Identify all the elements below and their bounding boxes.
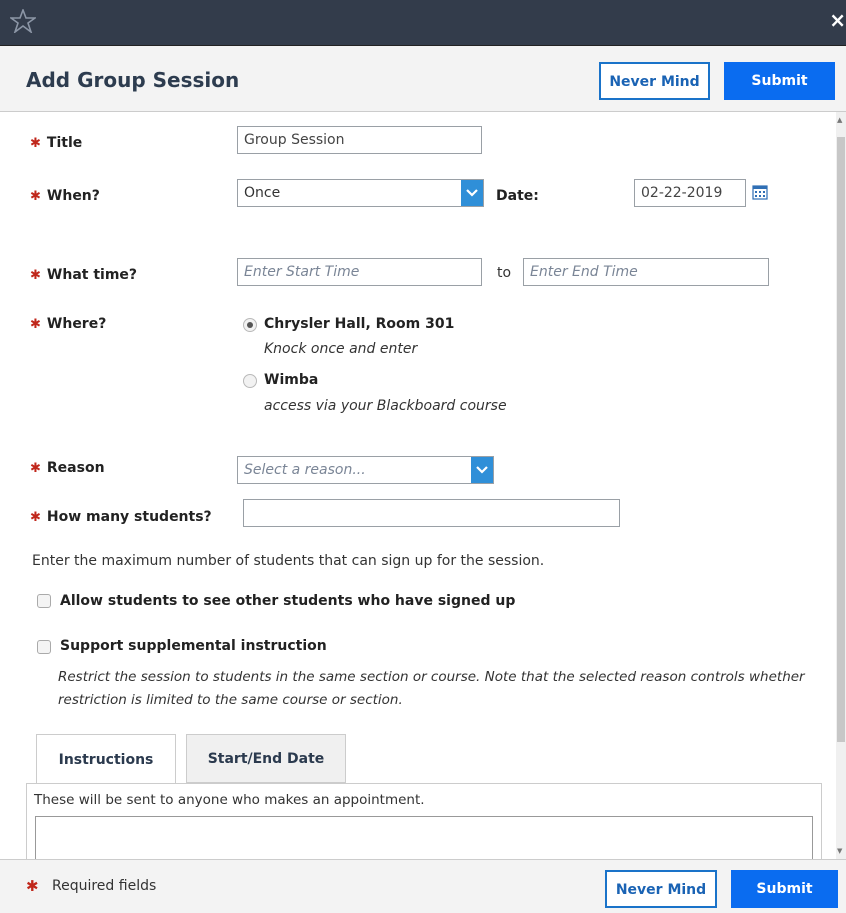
submit-button-bottom[interactable]: Submit	[731, 870, 838, 908]
scrollbar[interactable]: ▲ ▼	[836, 112, 846, 859]
close-icon[interactable]: ×	[829, 10, 846, 30]
reason-label: ✱ Reason	[30, 460, 105, 476]
where-radio-chrysler[interactable]	[243, 318, 257, 332]
allow-see-label[interactable]: Allow students to see other students who…	[60, 593, 515, 609]
required-star-icon: ✱	[30, 136, 41, 151]
supplemental-desc-line1: Restrict the session to students in the …	[58, 669, 805, 685]
when-value: Once	[244, 185, 281, 201]
required-star-icon: ✱	[30, 317, 41, 332]
never-mind-button-bottom[interactable]: Never Mind	[605, 870, 717, 908]
time-label: ✱ What time?	[30, 267, 138, 283]
form-content[interactable]: ✱ Title Group Session ✱ When? Once Date: 0…	[0, 112, 836, 859]
allow-see-checkbox[interactable]	[37, 594, 51, 608]
chevron-down-icon[interactable]	[461, 180, 483, 206]
tab-start-end-date[interactable]: Start/End Date	[186, 734, 346, 783]
start-time-input[interactable]: Enter Start Time	[237, 258, 482, 286]
supplemental-label[interactable]: Support supplemental instruction	[60, 638, 327, 654]
reason-select[interactable]: Select a reason...	[237, 456, 494, 484]
when-label: ✱ When?	[30, 188, 100, 204]
required-star-icon: ✱	[30, 268, 41, 283]
title-label: ✱ Title	[30, 135, 83, 151]
supplemental-checkbox[interactable]	[37, 640, 51, 654]
when-select[interactable]: Once	[237, 179, 484, 207]
instructions-textarea[interactable]	[35, 816, 813, 859]
dialog-title: Add Group Session	[26, 68, 240, 92]
star-logo-icon	[8, 7, 38, 37]
dialog-footer: ✱ Required fields Never Mind Submit	[0, 859, 846, 913]
scroll-up-icon[interactable]: ▲	[837, 116, 842, 124]
required-star-icon: ✱	[26, 877, 39, 895]
instructions-panel: These will be sent to anyone who makes a…	[26, 783, 822, 859]
date-input[interactable]: 02-22-2019	[634, 179, 746, 207]
where-option-wimba[interactable]: Wimba	[264, 372, 318, 388]
scrollbar-thumb[interactable]	[837, 137, 845, 742]
chevron-down-icon[interactable]	[471, 457, 493, 483]
where-option-chrysler-desc: Knock once and enter	[264, 341, 418, 357]
scroll-down-icon[interactable]: ▼	[837, 847, 842, 855]
submit-button-top[interactable]: Submit	[724, 62, 835, 100]
where-option-chrysler[interactable]: Chrysler Hall, Room 301	[264, 316, 454, 332]
where-radio-wimba[interactable]	[243, 374, 257, 388]
where-label: ✱ Where?	[30, 316, 107, 332]
date-label: Date:	[496, 188, 539, 204]
tab-instructions[interactable]: Instructions	[36, 734, 176, 784]
required-star-icon: ✱	[30, 189, 41, 204]
where-option-wimba-desc: access via your Blackboard course	[264, 398, 507, 414]
time-to-label: to	[497, 265, 512, 281]
students-label: ✱ How many students?	[30, 509, 212, 525]
students-input[interactable]	[243, 499, 620, 527]
calendar-icon[interactable]	[752, 184, 768, 204]
window-title-bar: ×	[0, 0, 846, 46]
end-time-input[interactable]: Enter End Time	[523, 258, 769, 286]
dialog-header: Add Group Session Never Mind Submit	[0, 46, 846, 112]
instructions-help: These will be sent to anyone who makes a…	[34, 792, 425, 808]
required-fields-label: Required fields	[52, 878, 157, 894]
required-star-icon: ✱	[30, 510, 41, 525]
required-star-icon: ✱	[30, 461, 41, 476]
title-input[interactable]: Group Session	[237, 126, 482, 154]
supplemental-desc-line2: restriction is limited to the same cours…	[58, 692, 403, 708]
reason-placeholder: Select a reason...	[244, 462, 366, 478]
max-students-help: Enter the maximum number of students tha…	[32, 553, 545, 569]
never-mind-button-top[interactable]: Never Mind	[599, 62, 710, 100]
